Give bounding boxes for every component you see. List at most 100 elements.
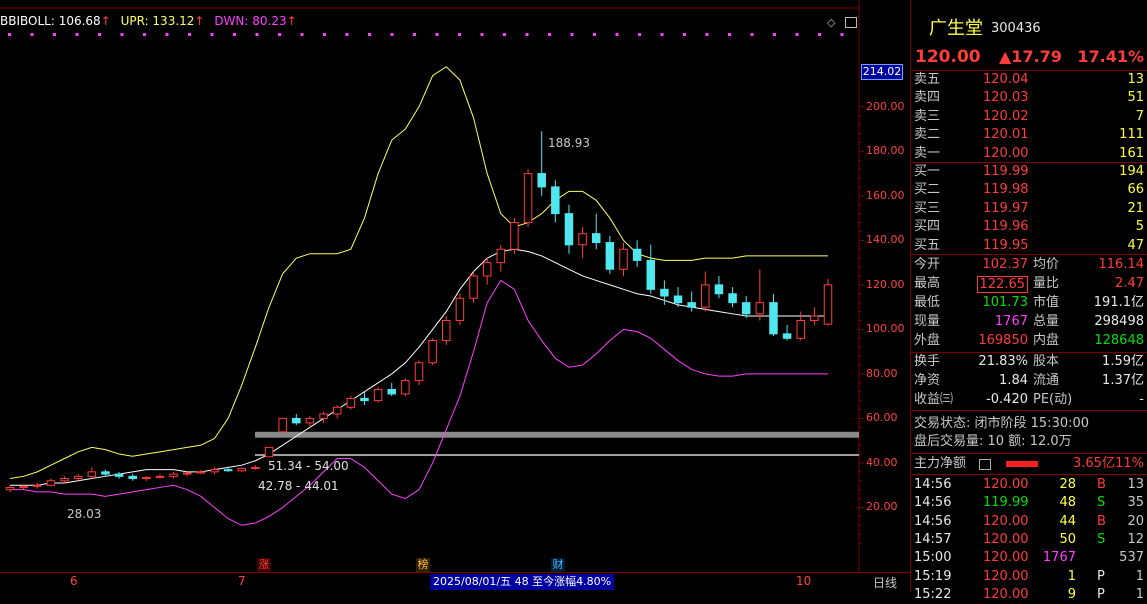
marker-cai[interactable]: 财: [551, 558, 565, 572]
order-book-row[interactable]: 卖四 120.03 51: [911, 89, 1147, 107]
candle-body: [810, 315, 819, 321]
tick-count: 13: [1127, 477, 1144, 492]
quote-label: 今开: [914, 257, 941, 272]
tick-row[interactable]: 14:56 120.00 44 B 20: [911, 513, 1147, 531]
candle-body: [741, 302, 751, 315]
tick-volume: 1767: [1042, 550, 1076, 566]
quote-label: 股本: [1033, 354, 1060, 369]
candle-body: [551, 186, 560, 215]
order-book-row[interactable]: 卖三 120.02 7: [911, 108, 1147, 126]
candle-body: [155, 475, 165, 478]
candle-body: [782, 333, 792, 339]
candle-body: [769, 302, 778, 335]
candle-body: [687, 302, 696, 308]
series-line-dwn: [10, 279, 828, 526]
tick-price: 119.99: [983, 495, 1029, 511]
quote-label: PE(动): [1033, 392, 1073, 407]
quote-label: 市值: [1033, 295, 1060, 310]
candle-body: [714, 284, 724, 295]
marker-zhang[interactable]: 涨: [257, 558, 271, 572]
tick-count: 12: [1127, 531, 1144, 547]
quote-value: -: [1139, 392, 1144, 407]
tick-count: 1: [1135, 568, 1144, 584]
quote-value: 128648: [1094, 333, 1144, 348]
dotted-marker: [413, 33, 416, 36]
candle-body: [632, 248, 642, 261]
candle-body: [428, 340, 437, 364]
tick-row[interactable]: 15:19 120.00 1 P 1: [911, 568, 1147, 586]
price-change-pct: 17.41%: [1077, 47, 1144, 66]
tick-time: 14:56: [914, 477, 952, 492]
tick-row[interactable]: 14:56 120.00 28 B 13: [911, 476, 1147, 494]
candle-body: [101, 471, 110, 475]
order-price: 120.03: [983, 90, 1029, 106]
candle-body: [292, 417, 301, 424]
dotted-marker: [750, 33, 754, 36]
list-icon[interactable]: [979, 459, 991, 470]
order-book-row[interactable]: 买二 119.98 66: [911, 181, 1147, 199]
tick-time: 15:19: [914, 568, 952, 584]
order-book-row[interactable]: 卖二 120.01 111: [911, 126, 1147, 144]
candle-body: [564, 213, 574, 246]
order-volume: 47: [1127, 237, 1144, 253]
order-book-row[interactable]: 买四 119.96 5: [911, 218, 1147, 236]
quote-label: 换手: [914, 354, 941, 369]
price-row: 120.00 ▲17.79 17.41%: [911, 46, 1147, 68]
candle-body: [510, 222, 519, 250]
window-icon[interactable]: [845, 17, 857, 28]
order-level-label: 买四: [914, 219, 941, 235]
order-volume: 5: [1135, 219, 1144, 235]
x-tick-3: 10: [796, 574, 812, 588]
tick-side: S: [1097, 531, 1106, 547]
dotted-marker: [818, 33, 821, 36]
stock-name: 广生堂: [929, 18, 983, 39]
tick-volume: 9: [1067, 586, 1076, 602]
candle-body: [673, 295, 683, 304]
quote-value: 1.37亿: [1102, 373, 1144, 388]
y-tick-label: 180.00: [866, 144, 905, 158]
quote-label: 最高: [914, 276, 941, 291]
dotted-marker: [120, 33, 124, 36]
candle-body: [73, 475, 83, 480]
order-level-label: 买三: [914, 200, 941, 216]
dotted-marker: [638, 33, 641, 36]
dotted-marker: [390, 33, 394, 36]
period-label[interactable]: 日线: [862, 574, 908, 591]
candle-body: [442, 319, 451, 342]
main-flow-value: 3.65亿: [1073, 456, 1115, 471]
stock-code: 300436: [991, 21, 1041, 36]
kline-chart[interactable]: [0, 0, 910, 592]
diamond-icon[interactable]: ◇: [827, 16, 835, 29]
order-level-label: 卖四: [914, 90, 941, 106]
tick-row[interactable]: 15:00 120.00 1767 537: [911, 549, 1147, 567]
order-book-row[interactable]: 买五 119.95 47: [911, 237, 1147, 255]
order-book-row[interactable]: 买三 119.97 21: [911, 200, 1147, 218]
dotted-marker: [840, 33, 844, 36]
order-book-row[interactable]: 卖一 120.00 161: [911, 145, 1147, 163]
order-volume: 7: [1135, 108, 1144, 124]
candle-body: [796, 319, 805, 339]
tick-price: 120.00: [983, 513, 1029, 529]
quote-row: 今开 102.37 均价 116.14: [911, 256, 1147, 274]
candle-body: [728, 293, 737, 304]
tick-row[interactable]: 15:22 120.00 9 P 1: [911, 586, 1147, 604]
candle-body: [360, 397, 369, 402]
order-price: 119.97: [983, 200, 1029, 216]
quote-value: 191.1亿: [1093, 295, 1144, 310]
candle-body: [401, 380, 410, 395]
y-tick-label: 80.00: [866, 366, 898, 380]
order-book-row[interactable]: 买一 119.99 194: [911, 163, 1147, 181]
candle-body: [237, 468, 247, 472]
quote-row: 现量 1767 总量 298498: [911, 313, 1147, 331]
tick-side: P: [1097, 586, 1105, 602]
tick-row[interactable]: 14:57 120.00 50 S 12: [911, 531, 1147, 549]
marker-bang[interactable]: 榜: [416, 558, 430, 572]
order-book-row[interactable]: 卖五 120.04 13: [911, 71, 1147, 89]
order-price: 120.02: [983, 108, 1029, 124]
main-flow-row[interactable]: 主力净额 3.65亿 11%: [911, 455, 1147, 473]
dotted-marker: [503, 33, 506, 36]
order-price: 119.99: [983, 164, 1029, 179]
order-level-label: 卖二: [914, 127, 941, 143]
tick-row[interactable]: 14:56 119.99 48 S 35: [911, 494, 1147, 512]
candle-body: [414, 362, 424, 382]
